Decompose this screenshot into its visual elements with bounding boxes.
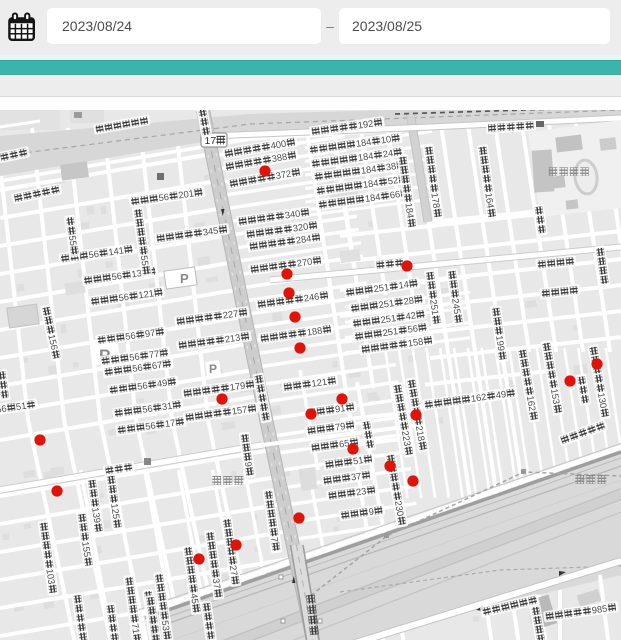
svg-text:188: 188 (306, 324, 323, 337)
svg-text:56: 56 (141, 403, 153, 415)
svg-text:53: 53 (160, 620, 172, 632)
svg-text:42: 42 (405, 309, 417, 321)
svg-text:37: 37 (211, 578, 223, 590)
svg-text:251: 251 (428, 299, 441, 316)
svg-text:51: 51 (352, 454, 364, 466)
svg-text:28: 28 (403, 294, 415, 306)
svg-text:227: 227 (222, 307, 239, 320)
svg-text:245: 245 (450, 298, 463, 315)
svg-text:251: 251 (380, 312, 397, 325)
svg-text:246: 246 (303, 290, 320, 303)
svg-text:45: 45 (189, 593, 201, 605)
svg-text:71: 71 (130, 623, 142, 635)
svg-text:155: 155 (80, 541, 93, 558)
svg-text:24: 24 (382, 147, 394, 159)
svg-text:56: 56 (158, 191, 170, 203)
svg-text:23: 23 (355, 485, 367, 497)
svg-text:251: 251 (378, 297, 395, 310)
svg-text:49: 49 (156, 377, 168, 389)
svg-text:56: 56 (124, 330, 136, 342)
svg-text:67: 67 (151, 359, 163, 371)
svg-text:985: 985 (591, 602, 608, 615)
svg-text:251: 251 (373, 281, 390, 294)
svg-text:37: 37 (350, 470, 362, 482)
svg-text:103: 103 (44, 568, 57, 585)
svg-text:56: 56 (136, 380, 148, 392)
svg-text:52: 52 (387, 174, 399, 186)
svg-text:49: 49 (495, 388, 507, 400)
svg-text:56: 56 (144, 420, 156, 432)
svg-text:79: 79 (334, 420, 346, 432)
svg-text:121: 121 (311, 376, 328, 389)
svg-text:164: 164 (483, 192, 496, 209)
svg-text:184: 184 (403, 202, 416, 219)
svg-text:17: 17 (164, 417, 176, 429)
svg-text:P: P (209, 362, 217, 376)
svg-text:56: 56 (407, 322, 419, 334)
svg-text:14: 14 (398, 278, 410, 290)
svg-text:345: 345 (202, 224, 219, 237)
svg-text:184: 184 (357, 150, 374, 163)
svg-text:213: 213 (224, 331, 241, 344)
svg-text:P: P (180, 271, 189, 286)
svg-text:340: 340 (284, 207, 301, 220)
svg-text:199: 199 (494, 335, 507, 352)
svg-text:97: 97 (144, 327, 156, 339)
svg-text:55: 55 (67, 235, 79, 247)
svg-text:320: 320 (292, 220, 309, 233)
svg-text:251: 251 (382, 325, 399, 338)
svg-text:27: 27 (228, 565, 240, 577)
svg-text:201: 201 (178, 187, 195, 200)
svg-text:51: 51 (15, 400, 27, 412)
svg-text:157: 157 (231, 403, 248, 416)
svg-text:270: 270 (296, 255, 313, 268)
svg-text:55: 55 (139, 255, 151, 267)
svg-text:10: 10 (380, 133, 392, 145)
svg-text:56: 56 (118, 291, 130, 303)
svg-text:184: 184 (362, 177, 379, 190)
svg-text:31: 31 (161, 400, 173, 412)
svg-text:178: 178 (429, 192, 442, 209)
svg-text:38: 38 (385, 160, 397, 172)
svg-text:158: 158 (407, 335, 424, 348)
svg-text:284: 284 (295, 232, 312, 245)
svg-text:56: 56 (131, 362, 143, 374)
svg-text:139: 139 (90, 507, 103, 524)
svg-text:184: 184 (360, 163, 377, 176)
svg-text:56: 56 (88, 248, 100, 260)
svg-text:125: 125 (109, 503, 122, 520)
svg-text:66: 66 (389, 188, 401, 200)
svg-text:56: 56 (111, 270, 123, 282)
svg-text:184: 184 (355, 136, 372, 149)
svg-text:121: 121 (138, 287, 155, 300)
svg-text:162: 162 (470, 391, 487, 404)
svg-text:192: 192 (357, 117, 374, 130)
svg-text:179: 179 (229, 379, 246, 392)
svg-text:141: 141 (108, 244, 125, 257)
svg-text:184: 184 (364, 191, 381, 204)
